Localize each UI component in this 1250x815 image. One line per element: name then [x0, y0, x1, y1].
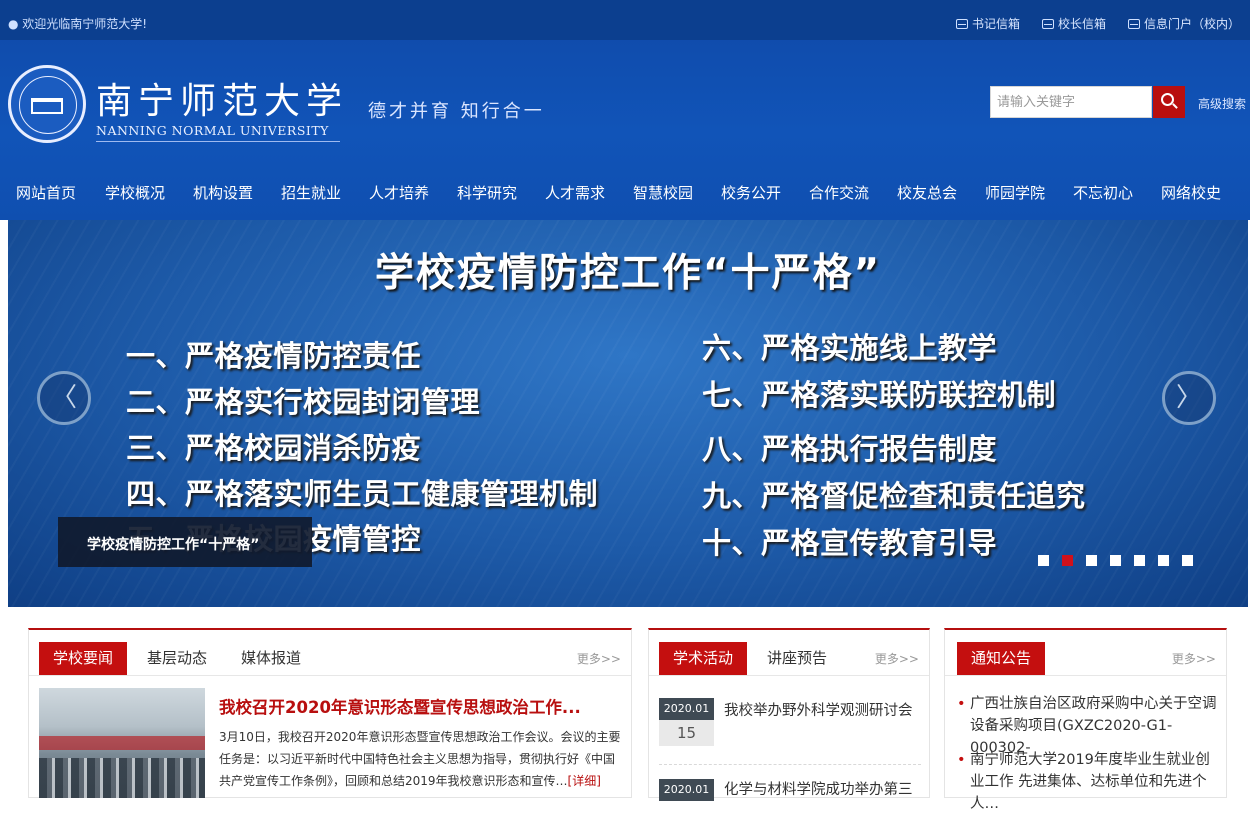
- banner-prev-button[interactable]: 〈: [37, 371, 91, 425]
- notices-more-link[interactable]: 更多>>: [1172, 650, 1216, 667]
- event-date-month: 2020.01: [659, 698, 714, 720]
- search-box: [990, 86, 1152, 118]
- welcome-text: ● 欢迎光临南宁师范大学!: [8, 17, 148, 31]
- search-input[interactable]: [991, 87, 1151, 117]
- tab-school-news[interactable]: 学校要闻: [39, 642, 128, 675]
- main-nav: 网站首页 学校概况 机构设置 招生就业 人才培养 科学研究 人才需求 智慧校园 …: [0, 168, 1250, 214]
- banner-next-button[interactable]: 〉: [1162, 371, 1216, 425]
- notices-panel-header: 通知公告 更多>>: [945, 630, 1226, 676]
- chevron-right-icon: 〉: [1175, 383, 1202, 413]
- logo-divider: [96, 141, 340, 142]
- banner-rule: 八、严格执行报告制度: [702, 432, 998, 466]
- academic-panel: 学术活动 讲座预告 更多>> 2020.01 15 我校举办野外科学观测研讨会 …: [648, 628, 930, 801]
- secretary-mailbox-link[interactable]: 书记信箱: [956, 15, 1020, 32]
- news-headline[interactable]: 我校召开2020年意识形态暨宣传思想政治工作...: [219, 694, 581, 718]
- nav-item-original-aspiration[interactable]: 不忘初心: [1073, 182, 1133, 203]
- news-detail-link[interactable]: [详细]: [568, 774, 601, 788]
- banner-slideshow[interactable]: 学校疫情防控工作“十严格” 一、严格疫情防控责任 二、严格实行校园封闭管理 三、…: [8, 220, 1248, 607]
- banner-rule: 六、严格实施线上教学: [702, 331, 998, 365]
- event-date-day: 15: [659, 720, 714, 746]
- banner-rule: 三、严格校园消杀防疫: [126, 431, 422, 465]
- event-separator: [659, 764, 921, 765]
- nav-item-shiyuan[interactable]: 师园学院: [985, 182, 1045, 203]
- nav-item-affairs[interactable]: 校务公开: [721, 182, 781, 203]
- bullet-icon: •: [957, 752, 966, 768]
- nav-item-recruitment[interactable]: 人才需求: [545, 182, 605, 203]
- news-photo[interactable]: [39, 688, 205, 798]
- banner-dot[interactable]: [1182, 555, 1193, 566]
- nav-item-history[interactable]: 网络校史: [1161, 182, 1221, 203]
- academic-more-link[interactable]: 更多>>: [875, 650, 919, 667]
- banner-dot[interactable]: [1158, 555, 1169, 566]
- notice-item[interactable]: • 南宁师范大学2019年度毕业生就业创业工作 先进集体、达标单位和先进个人…: [957, 749, 1219, 815]
- mail-icon: [956, 19, 968, 29]
- banner-rule: 十、严格宣传教育引导: [702, 526, 998, 560]
- banner-rule: 四、严格落实师生员工健康管理机制: [126, 477, 599, 511]
- nav-item-education[interactable]: 人才培养: [369, 182, 429, 203]
- tab-academic-activities[interactable]: 学术活动: [659, 642, 748, 675]
- search-icon-handle: [1172, 103, 1178, 109]
- event-title[interactable]: 化学与材料学院成功举办第三: [724, 777, 924, 803]
- academic-panel-header: 学术活动 讲座预告 更多>>: [649, 630, 929, 676]
- banner-dot[interactable]: [1110, 555, 1121, 566]
- mail-icon: [1042, 19, 1054, 29]
- tab-notices[interactable]: 通知公告: [957, 642, 1046, 675]
- university-name-cn[interactable]: 南宁师范大学: [96, 72, 348, 124]
- advanced-search-link[interactable]: 高级搜索: [1198, 95, 1246, 112]
- nav-item-smart-campus[interactable]: 智慧校园: [633, 182, 693, 203]
- banner-rule: 二、严格实行校园封闭管理: [126, 385, 481, 419]
- bullet-icon: •: [957, 696, 966, 712]
- nav-item-organization[interactable]: 机构设置: [193, 182, 253, 203]
- nav-item-admissions[interactable]: 招生就业: [281, 182, 341, 203]
- banner-dot[interactable]: [1038, 555, 1049, 566]
- site-header: ● 欢迎光临南宁师范大学! 书记信箱 校长信箱 信息门户（校内） 南宁师范大学 …: [0, 0, 1250, 220]
- event-title[interactable]: 我校举办野外科学观测研讨会: [724, 698, 924, 724]
- banner-caption-text: 学校疫情防控工作“十严格”: [87, 537, 260, 553]
- university-name-en: NANNING NORMAL UNIVERSITY: [96, 123, 329, 138]
- info-portal-link[interactable]: 信息门户（校内）: [1128, 15, 1240, 32]
- tab-media-reports[interactable]: 媒体报道: [241, 642, 301, 675]
- president-mailbox-link[interactable]: 校长信箱: [1042, 15, 1106, 32]
- tab-lecture-preview[interactable]: 讲座预告: [767, 642, 827, 675]
- nav-item-home[interactable]: 网站首页: [16, 182, 76, 203]
- nav-item-cooperation[interactable]: 合作交流: [809, 182, 869, 203]
- tab-grassroots-news[interactable]: 基层动态: [147, 642, 207, 675]
- banner-rule: 七、严格落实联防联控机制: [702, 378, 1057, 412]
- banner-caption[interactable]: 学校疫情防控工作“十严格”: [58, 517, 312, 567]
- banner-dot[interactable]: [1062, 555, 1073, 566]
- banner-dot[interactable]: [1134, 555, 1145, 566]
- emblem-building: [31, 98, 63, 114]
- news-summary: 3月10日，我校召开2020年意识形态暨宣传思想政治工作会议。会议的主要任务是：…: [219, 730, 621, 788]
- top-bar: ● 欢迎光临南宁师范大学! 书记信箱 校长信箱 信息门户（校内）: [0, 0, 1250, 40]
- nav-item-about[interactable]: 学校概况: [105, 182, 165, 203]
- event-date-month: 2020.01: [659, 779, 714, 801]
- news-more-link[interactable]: 更多>>: [577, 650, 621, 667]
- nav-item-alumni[interactable]: 校友总会: [897, 182, 957, 203]
- search-button[interactable]: [1153, 86, 1185, 118]
- university-emblem-icon[interactable]: [8, 65, 86, 143]
- news-panel: 学校要闻 基层动态 媒体报道 更多>> 我校召开2020年意识形态暨宣传思想政治…: [28, 628, 632, 798]
- banner-rule: 一、严格疫情防控责任: [126, 339, 422, 373]
- banner-dot[interactable]: [1086, 555, 1097, 566]
- chevron-left-icon: 〈: [50, 383, 77, 413]
- banner-title: 学校疫情防控工作“十严格”: [374, 251, 882, 296]
- news-panel-header: 学校要闻 基层动态 媒体报道 更多>>: [29, 630, 631, 676]
- notices-panel: 通知公告 更多>> • 广西壮族自治区政府采购中心关于空调设备采购项目(GXZC2…: [944, 628, 1227, 812]
- banner-rule: 九、严格督促检查和责任追究: [702, 479, 1086, 513]
- university-motto: 德才并育 知行合一: [368, 101, 545, 122]
- portal-icon: [1128, 19, 1140, 29]
- nav-item-research[interactable]: 科学研究: [457, 182, 517, 203]
